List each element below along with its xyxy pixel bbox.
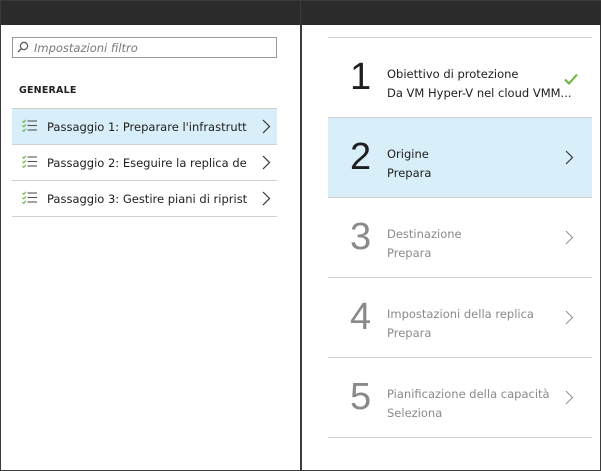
step-number: 1 (350, 56, 372, 98)
search-icon (17, 38, 29, 57)
step-title: Impostazioni della replica (387, 307, 534, 321)
step-number: 2 (350, 136, 372, 178)
step-subtitle: Prepara (387, 326, 432, 340)
chevron-right-icon (565, 310, 574, 329)
wizard-step-2[interactable]: 2 Origine Prepara (328, 118, 592, 198)
filter-search-box[interactable] (12, 37, 277, 58)
wizard-step-1[interactable]: 1 Obiettivo di protezione Da VM Hyper-V … (328, 38, 592, 118)
chevron-right-icon (565, 150, 574, 169)
step-subtitle: Seleziona (387, 406, 443, 420)
wizard-step-3[interactable]: 3 Destinazione Prepara (328, 198, 592, 278)
step-subtitle: Da VM Hyper-V nel cloud VMM... (387, 86, 572, 100)
chevron-right-icon (565, 230, 574, 249)
chevron-right-icon (262, 155, 271, 174)
step-item-1[interactable]: Passaggio 1: Preparare l'infrastruttura (12, 109, 277, 145)
wizard-step-5[interactable]: 5 Pianificazione della capacità Selezion… (328, 358, 592, 438)
step-number: 4 (350, 296, 372, 338)
filter-input[interactable] (34, 40, 264, 55)
step-subtitle: Prepara (387, 166, 432, 180)
step-item-2[interactable]: Passaggio 2: Eseguire la replica dell'a.… (12, 145, 277, 181)
step-item-label: Passaggio 2: Eseguire la replica dell'a.… (47, 155, 247, 170)
chevron-right-icon (565, 390, 574, 409)
step-item-3[interactable]: Passaggio 3: Gestire piani di ripristino (12, 181, 277, 217)
right-pane: 1 Obiettivo di protezione Da VM Hyper-V … (301, 1, 601, 470)
right-header-bar (301, 1, 601, 25)
chevron-right-icon (262, 119, 271, 138)
step-title: Origine (387, 147, 429, 161)
checkmark-icon (564, 70, 578, 89)
steps-list: Passaggio 1: Preparare l'infrastruttura (12, 108, 277, 217)
wizard-steps: 1 Obiettivo di protezione Da VM Hyper-V … (328, 37, 592, 438)
wizard-step-4[interactable]: 4 Impostazioni della replica Prepara (328, 278, 592, 358)
step-title: Pianificazione della capacità (387, 387, 550, 401)
blade-frame: GENERALE Passaggio 1: Preparare l'infras… (0, 0, 601, 471)
checklist-icon (22, 153, 38, 172)
checklist-icon (22, 189, 38, 208)
step-title: Destinazione (387, 227, 462, 241)
chevron-right-icon (262, 191, 271, 210)
step-title: Obiettivo di protezione (387, 67, 519, 81)
left-pane: GENERALE Passaggio 1: Preparare l'infras… (1, 1, 300, 470)
step-item-label: Passaggio 3: Gestire piani di ripristino (47, 191, 247, 206)
checklist-icon (22, 117, 38, 136)
step-number: 5 (350, 376, 372, 418)
step-item-label: Passaggio 1: Preparare l'infrastruttura (47, 119, 247, 134)
left-header-bar (1, 1, 300, 25)
section-title-generale: GENERALE (19, 85, 77, 96)
step-subtitle: Prepara (387, 246, 432, 260)
step-number: 3 (350, 216, 372, 258)
